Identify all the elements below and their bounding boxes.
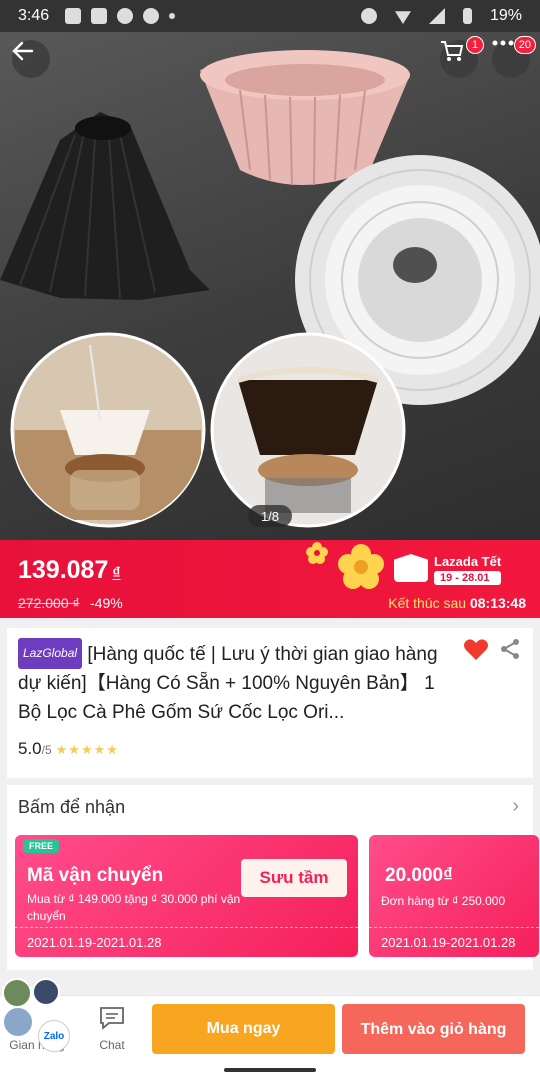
share-icon[interactable] [499,638,521,660]
facebook-icon [117,8,134,24]
countdown: Kết thúc sau 08:13:48 [388,595,526,611]
signal-icon [428,8,445,24]
message-icon [65,8,82,24]
countdown-label: Kết thúc sau [388,595,467,611]
voucher-title: 20.000₫ [385,865,453,886]
home-gesture-pill[interactable] [224,1068,316,1072]
battery-icon [462,8,472,24]
flower-icon [306,542,328,564]
more-options-button[interactable]: 20 [492,36,536,78]
discount-percent: -49% [90,595,123,611]
image-counter: 1/8 [248,505,292,527]
chevron-right-icon[interactable]: › [512,795,519,818]
rating-value: 5.0 [18,739,42,758]
rating-stars: ★★★★★ [55,742,119,757]
system-nav-bar [0,1060,540,1080]
lazada-logo-icon [394,554,428,582]
avatar[interactable] [32,978,60,1006]
chat-bubbles[interactable]: Zalo [0,972,70,1062]
battery-percent: 19% [489,7,522,24]
free-shipping-tag: FREE [23,839,60,853]
zalo-icon [91,8,108,24]
voucher-description: Đơn hàng từ ₫ 250.000 [381,894,506,908]
product-photo [0,50,540,528]
voucher-heading[interactable]: Bấm để nhận [18,797,125,818]
cart-button[interactable]: 1 [440,36,484,78]
product-image-gallery[interactable]: 1 20 1/8 [0,0,540,540]
rating-max: /5 [41,743,52,757]
campaign-dates: 19 - 28.01 [434,571,502,585]
lazada-tet-campaign: Lazada Tết 19 - 28.01 [394,554,502,585]
chat-label: Chat [99,1038,125,1052]
current-price: 139.087 ₫ [18,556,121,585]
avatar[interactable] [2,1006,34,1038]
shipping-voucher[interactable]: FREE Mã vận chuyển Mua từ ₫ 149.000 tặng… [15,835,358,957]
add-to-cart-button[interactable]: Thêm vào giỏ hàng [342,1004,525,1054]
voucher-date: 2021.01.19-2021.01.28 [381,935,516,950]
voucher-divider [369,927,539,928]
price-currency: ₫ [112,565,121,582]
more-notifications-icon [169,13,176,19]
countdown-timer: 08:13:48 [469,595,526,611]
avatar[interactable] [2,978,32,1008]
campaign-brand: Lazada Tết [434,554,502,569]
voucher-section: Bấm để nhận › FREE Mã vận chuyển Mua từ … [7,785,539,970]
voucher-divider [15,927,358,928]
rating[interactable]: 5.0/5 ★★★★★ [18,739,119,759]
bottom-action-bar: Gian hàng Chat Mua ngay Thêm vào giỏ hàn… [0,995,540,1060]
price-value: 139.087 [18,556,109,584]
chat-icon [100,1007,124,1030]
google-icon [143,8,160,24]
zalo-bubble[interactable]: Zalo [38,1020,70,1052]
cart-count-badge: 1 [466,36,484,54]
discount-voucher[interactable]: 20.000₫ Đơn hàng từ ₫ 250.000 2021.01.19… [369,835,539,957]
cart-icon [441,41,464,61]
back-button[interactable] [12,40,50,78]
status-time: 3:46 [18,7,50,24]
arrow-left-icon [12,41,34,61]
product-title: LazGlobal [Hàng quốc tế | Lưu ý thời gia… [18,638,458,727]
chat-button[interactable]: Chat [80,996,144,1060]
voucher-date: 2021.01.19-2021.01.28 [27,935,162,950]
voucher-description: Mua từ ₫ 149.000 tặng ₫ 30.000 phí vận c… [27,892,241,923]
wifi-icon [394,11,411,24]
lazglobal-badge: LazGlobal [18,638,83,669]
voucher-title: Mã vận chuyển [27,865,164,886]
alarm-icon [360,8,377,24]
notification-count-badge: 20 [513,36,536,54]
collect-voucher-button[interactable]: Sưu tầm [241,859,347,897]
status-bar: 3:46 19% [0,0,540,32]
product-info-card: LazGlobal [Hàng quốc tế | Lưu ý thời gia… [7,628,533,778]
more-icon [492,40,514,46]
original-price: 272.000 ₫ [18,595,80,611]
wishlist-heart-icon[interactable] [463,638,489,662]
plum-blossom-icon [338,544,384,589]
buy-now-button[interactable]: Mua ngay [152,1004,335,1054]
